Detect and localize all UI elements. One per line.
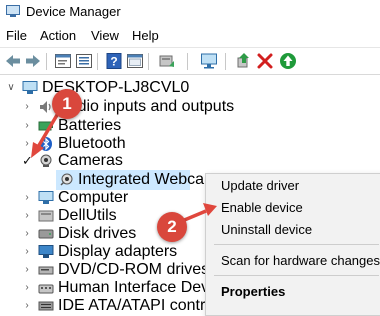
tree-item-label: DVD/CD-ROM drives xyxy=(58,261,210,278)
tree-item-label: Human Interface Devic xyxy=(58,279,221,296)
tree-item-label: Audio inputs and outputs xyxy=(58,98,235,115)
tree-item-label: Cameras xyxy=(58,152,123,169)
device-icon xyxy=(38,210,54,222)
toolbar-separator xyxy=(97,53,98,70)
tree-item-label: Integrated Webcam xyxy=(78,171,218,188)
monitor-icon xyxy=(38,245,54,258)
menu-action[interactable]: Action xyxy=(40,28,76,43)
update-driver-icon[interactable] xyxy=(158,52,176,70)
expand-chevron-icon[interactable]: › xyxy=(22,278,32,298)
toolbar: ? xyxy=(0,47,380,75)
tree-item-label: Disk drives xyxy=(58,225,137,242)
menu-help[interactable]: Help xyxy=(132,28,159,43)
expand-chevron-icon[interactable]: › xyxy=(22,260,32,280)
menu-item-properties[interactable]: Properties xyxy=(221,282,285,302)
context-menu: Update driver Enable device Uninstall de… xyxy=(205,173,380,316)
computer-icon xyxy=(38,191,54,204)
scan-hardware-icon[interactable] xyxy=(200,52,218,70)
toolbar-separator xyxy=(187,53,188,70)
expand-chevron-icon[interactable]: › xyxy=(22,224,32,244)
menu-item-scan-hardware[interactable]: Scan for hardware changes xyxy=(221,251,380,271)
ide-icon xyxy=(38,301,54,311)
menu-item-update-driver[interactable]: Update driver xyxy=(221,176,299,196)
hid-icon xyxy=(38,284,54,294)
menu-file[interactable]: File xyxy=(6,28,27,43)
window-icon[interactable] xyxy=(126,52,144,70)
computer-icon xyxy=(22,81,38,94)
camera-icon xyxy=(40,154,52,167)
menu-view[interactable]: View xyxy=(91,28,119,43)
window-title: Device Manager xyxy=(26,4,121,19)
tree-item-label: DellUtils xyxy=(58,207,117,224)
bluetooth-icon xyxy=(40,137,52,151)
svg-text:?: ? xyxy=(110,55,117,69)
device-manager-icon xyxy=(6,5,20,17)
expand-chevron-icon[interactable]: › xyxy=(22,242,32,262)
collapse-chevron-icon[interactable]: ✓ xyxy=(22,151,33,171)
tree-item-label: Computer xyxy=(58,189,129,206)
menu-item-uninstall-device[interactable]: Uninstall device xyxy=(221,220,312,240)
toolbar-separator xyxy=(225,53,226,70)
menu-separator xyxy=(214,275,379,276)
forward-arrow-icon[interactable] xyxy=(24,52,42,70)
webcam-icon xyxy=(60,173,73,186)
tree-item-label: Display adapters xyxy=(58,243,178,260)
title-bar: Device Manager xyxy=(0,0,380,24)
help-icon[interactable]: ? xyxy=(105,52,123,70)
enable-device-icon[interactable] xyxy=(235,52,253,70)
toolbar-separator xyxy=(46,53,47,70)
dvd-icon xyxy=(38,266,54,275)
menu-item-enable-device[interactable]: Enable device xyxy=(221,198,303,218)
uninstall-icon[interactable] xyxy=(256,52,274,70)
expand-chevron-icon[interactable]: › xyxy=(22,188,32,208)
toolbar-separator xyxy=(148,53,149,70)
add-legacy-icon[interactable] xyxy=(279,52,297,70)
expand-chevron-icon[interactable]: › xyxy=(22,116,32,136)
menu-bar: File Action View Help xyxy=(0,26,380,46)
tree-item-label: Batteries xyxy=(58,117,122,134)
step-badge-1: 1 xyxy=(52,89,82,119)
show-hidden-icon[interactable] xyxy=(75,52,93,70)
step-badge-2: 2 xyxy=(157,212,187,242)
expand-chevron-icon[interactable]: › xyxy=(22,97,32,117)
menu-separator xyxy=(214,244,379,245)
battery-icon xyxy=(38,121,53,131)
disk-icon xyxy=(38,229,54,239)
collapse-chevron-icon[interactable]: ∨ xyxy=(6,78,16,98)
back-arrow-icon[interactable] xyxy=(4,52,22,70)
expand-chevron-icon[interactable]: › xyxy=(22,296,32,316)
properties-icon[interactable] xyxy=(54,52,72,70)
expand-chevron-icon[interactable]: › xyxy=(22,206,32,226)
